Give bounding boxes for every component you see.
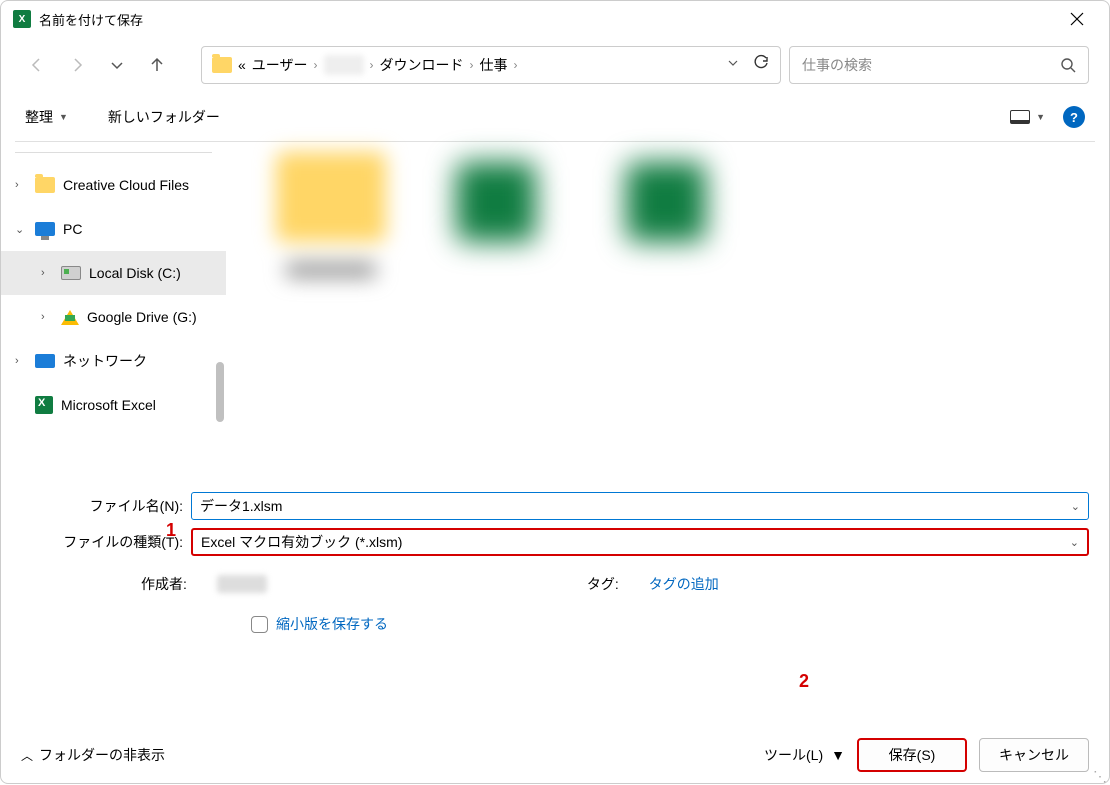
chevron-right-icon: › [41, 267, 53, 279]
excel-app-icon: X [13, 10, 31, 28]
up-button[interactable] [141, 49, 173, 81]
file-thumbnail-blurred [276, 152, 386, 242]
caret-down-icon[interactable]: ⌄ [1071, 500, 1080, 513]
tree-label: ネットワーク [63, 351, 147, 371]
filename-label: ファイル名(N): [21, 496, 191, 516]
refresh-button[interactable] [752, 54, 770, 77]
search-placeholder: 仕事の検索 [802, 55, 1052, 75]
toolbar: 整理 ▼ 新しいフォルダー ▼ ? [1, 93, 1109, 141]
tag-label: タグ: [587, 574, 619, 594]
caret-down-icon: ▼ [1036, 112, 1045, 122]
author-label: 作成者: [141, 574, 187, 594]
tree-label: Google Drive (G:) [87, 309, 197, 325]
breadcrumb-prefix: « [238, 57, 246, 73]
thumbnail-checkbox[interactable] [251, 616, 268, 633]
google-drive-icon [61, 310, 79, 325]
close-icon [1070, 12, 1084, 26]
excel-icon [35, 396, 53, 414]
tree-label: Microsoft Excel [61, 397, 156, 413]
search-box[interactable]: 仕事の検索 [789, 46, 1089, 84]
tools-menu[interactable]: ツール(L) ▼ [764, 745, 845, 765]
breadcrumb-sep: › [470, 58, 474, 72]
title-bar: X 名前を付けて保存 [1, 1, 1109, 37]
tree-item-network[interactable]: › ネットワーク [1, 339, 226, 383]
chevron-down-icon: ⌄ [15, 223, 27, 236]
annotation-marker-2: 2 [799, 671, 809, 692]
view-menu[interactable]: ▼ [1010, 110, 1045, 124]
forward-button[interactable] [61, 49, 93, 81]
new-folder-label: 新しいフォルダー [108, 107, 220, 127]
new-folder-button[interactable]: 新しいフォルダー [108, 107, 220, 127]
recent-dropdown[interactable] [101, 49, 133, 81]
scrollbar[interactable] [216, 362, 224, 422]
breadcrumb-sep: › [514, 58, 518, 72]
file-thumbnail-blurred [626, 162, 706, 242]
main-area: › Creative Cloud Files ⌄ PC › Local Disk… [1, 142, 1109, 482]
hide-folders-toggle[interactable]: ︿ フォルダーの非表示 [21, 745, 165, 765]
address-dropdown-icon[interactable] [726, 56, 740, 75]
search-icon [1060, 57, 1076, 73]
navigation-row: « ユーザー › › ダウンロード › 仕事 › 仕事の検索 [1, 37, 1109, 93]
caret-down-icon: ▼ [831, 747, 845, 763]
cancel-button-label: キャンセル [999, 745, 1069, 765]
tree-item-excel[interactable]: Microsoft Excel [1, 383, 226, 427]
window-title: 名前を付けて保存 [39, 10, 1057, 29]
file-list-area[interactable] [226, 142, 1109, 482]
tree-item-local-disk[interactable]: › Local Disk (C:) [1, 251, 226, 295]
folder-icon [35, 177, 55, 193]
dialog-footer: ︿ フォルダーの非表示 ツール(L) ▼ 保存(S) キャンセル [1, 727, 1109, 783]
save-button[interactable]: 保存(S) [857, 738, 967, 772]
breadcrumb-sep: › [314, 58, 318, 72]
filetype-select[interactable]: Excel マクロ有効ブック (*.xlsm) ⌄ [191, 528, 1089, 556]
tree-label: Creative Cloud Files [63, 177, 189, 193]
pc-icon [35, 222, 55, 236]
caret-down-icon: ▼ [59, 112, 68, 122]
organize-label: 整理 [25, 107, 53, 127]
annotation-marker-1: 1 [166, 520, 176, 541]
disk-icon [61, 266, 81, 280]
view-icon [1010, 110, 1030, 124]
filetype-value: Excel マクロ有効ブック (*.xlsm) [201, 532, 402, 552]
address-bar[interactable]: « ユーザー › › ダウンロード › 仕事 › [201, 46, 781, 84]
network-icon [35, 354, 55, 368]
close-button[interactable] [1057, 1, 1097, 37]
author-value-redacted[interactable] [217, 575, 267, 593]
breadcrumb-item[interactable]: ダウンロード [380, 55, 464, 75]
chevron-right-icon: › [15, 179, 27, 191]
tree-label: PC [63, 221, 82, 237]
save-button-label: 保存(S) [889, 745, 936, 765]
resize-grip[interactable] [1093, 767, 1107, 781]
tree-item-creative-cloud[interactable]: › Creative Cloud Files [1, 163, 226, 207]
breadcrumb-item-redacted[interactable] [324, 55, 364, 75]
breadcrumb-item[interactable]: 仕事 [480, 55, 508, 75]
filename-input[interactable]: データ1.xlsm ⌄ [191, 492, 1089, 520]
chevron-right-icon: › [41, 311, 53, 323]
file-thumbnail-blurred [456, 162, 536, 242]
breadcrumb-sep: › [370, 58, 374, 72]
folder-icon [212, 57, 232, 73]
breadcrumb-item[interactable]: ユーザー [252, 55, 308, 75]
add-tag-link[interactable]: タグの追加 [649, 574, 719, 594]
tree-label: Local Disk (C:) [89, 265, 181, 281]
chevron-up-icon: ︿ [21, 747, 33, 764]
tree-item-pc[interactable]: ⌄ PC [1, 207, 226, 251]
thumbnail-checkbox-label: 縮小版を保存する [276, 614, 388, 634]
back-button[interactable] [21, 49, 53, 81]
help-button[interactable]: ? [1063, 106, 1085, 128]
folder-tree: › Creative Cloud Files ⌄ PC › Local Disk… [1, 142, 226, 482]
hide-folders-label: フォルダーの非表示 [39, 745, 165, 765]
cancel-button[interactable]: キャンセル [979, 738, 1089, 772]
caret-down-icon[interactable]: ⌄ [1070, 536, 1079, 549]
tree-item-google-drive[interactable]: › Google Drive (G:) [1, 295, 226, 339]
tools-label: ツール(L) [764, 745, 823, 765]
filename-value: データ1.xlsm [200, 496, 282, 516]
save-form: ファイル名(N): データ1.xlsm ⌄ 1 ファイルの種類(T): Exce… [1, 482, 1109, 634]
chevron-right-icon: › [15, 355, 27, 367]
organize-menu[interactable]: 整理 ▼ [25, 107, 68, 127]
